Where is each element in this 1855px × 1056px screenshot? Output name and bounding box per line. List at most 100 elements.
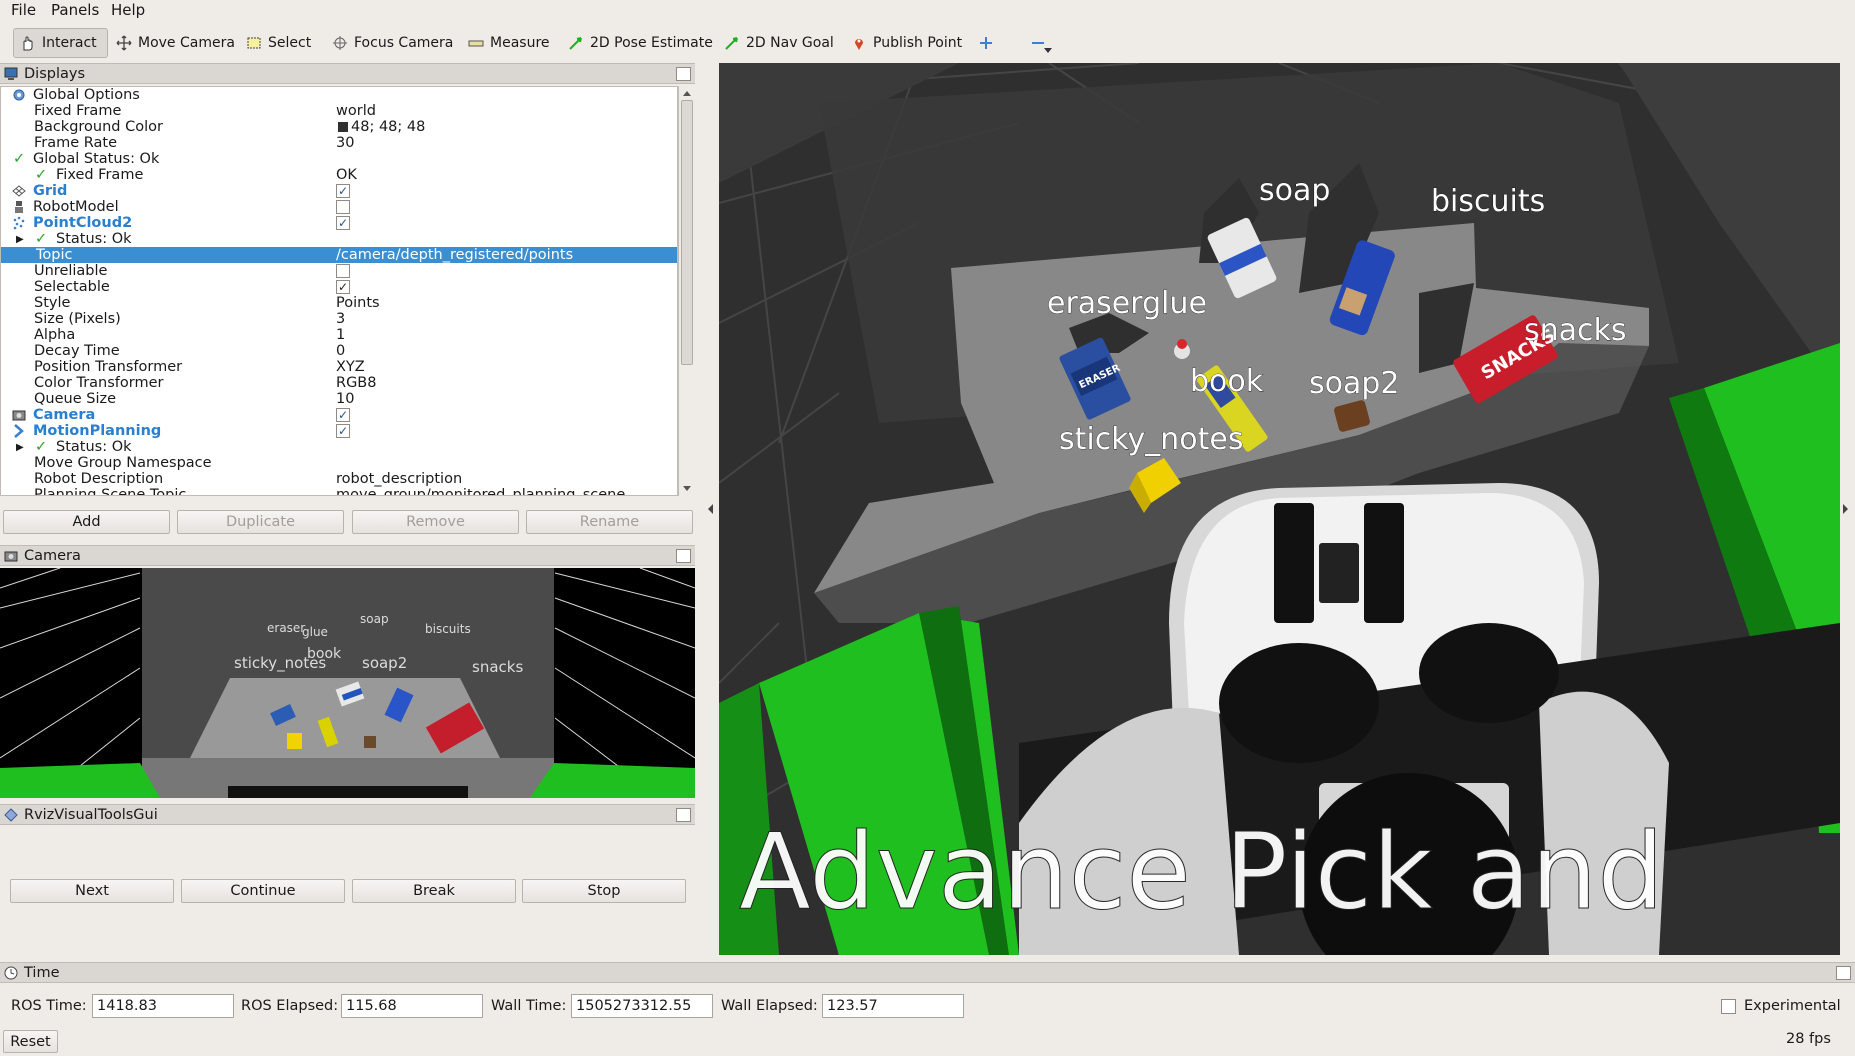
tree-row-queue-size[interactable]: Queue Size 10 — [1, 391, 677, 407]
row-value[interactable]: /camera/depth_registered/points — [336, 247, 573, 263]
tree-row-global-options[interactable]: Global Options — [1, 87, 677, 103]
tree-row-motionplanning[interactable]: MotionPlanning ✓ — [1, 423, 677, 439]
row-value[interactable]: 1 — [336, 327, 345, 343]
continue-button[interactable]: Continue — [181, 879, 345, 903]
remove-tool-button[interactable] — [1024, 28, 1052, 58]
render-3d-view[interactable]: SNACKS ERASER soap biscuits eraserglue s… — [719, 63, 1840, 955]
tree-row-camera[interactable]: Camera ✓ — [1, 407, 677, 423]
time-panel-header: Time — [0, 962, 1855, 983]
pose-estimate-label: 2D Pose Estimate — [590, 35, 713, 51]
collapse-left-icon[interactable] — [706, 503, 714, 515]
tree-row-alpha[interactable]: Alpha 1 — [1, 327, 677, 343]
tree-row-decay-time[interactable]: Decay Time 0 — [1, 343, 677, 359]
row-value[interactable]: move_group/monitored_planning_scene — [336, 487, 625, 495]
tree-row-background-color[interactable]: Background Color 48; 48; 48 — [1, 119, 677, 135]
row-label: Color Transformer — [34, 375, 164, 391]
measure-tool-button[interactable]: Measure — [462, 28, 556, 58]
next-button[interactable]: Next — [10, 879, 174, 903]
row-value[interactable]: Points — [336, 295, 380, 311]
tree-row-pointcloud-status[interactable]: ▶ ✓ Status: Ok — [1, 231, 677, 248]
row-value[interactable]: RGB8 — [336, 375, 376, 391]
color-swatch[interactable] — [338, 122, 348, 132]
robotmodel-checkbox[interactable] — [336, 200, 350, 214]
tree-row-fixed-frame[interactable]: Fixed Frame world — [1, 103, 677, 119]
row-value[interactable]: robot_description — [336, 471, 462, 487]
row-value[interactable]: 0 — [336, 343, 345, 359]
focus-camera-tool-button[interactable]: Focus Camera — [326, 28, 459, 58]
tree-row-robot-description[interactable]: Robot Description robot_description — [1, 471, 677, 487]
row-label: Background Color — [34, 119, 163, 135]
pointcloud-icon — [13, 216, 25, 230]
move-camera-tool-button[interactable]: Move Camera — [110, 28, 241, 58]
add-display-button[interactable]: Add — [3, 510, 170, 534]
pointcloud2-checkbox[interactable]: ✓ — [336, 216, 350, 230]
grid-icon — [12, 185, 26, 197]
scroll-down-icon[interactable] — [682, 485, 692, 493]
row-value[interactable]: 48; 48; 48 — [351, 119, 425, 135]
tree-row-move-group-namespace[interactable]: Move Group Namespace — [1, 455, 677, 471]
tree-row-fixed-frame-status[interactable]: ✓ Fixed Frame OK — [1, 167, 677, 183]
stop-button[interactable]: Stop — [522, 879, 686, 903]
grid-checkbox[interactable]: ✓ — [336, 184, 350, 198]
experimental-checkbox[interactable] — [1721, 999, 1736, 1014]
tree-row-motionplanning-status[interactable]: ▶ ✓ Status: Ok — [1, 439, 677, 456]
wall-time-field[interactable]: 1505273312.55 — [571, 994, 713, 1018]
duplicate-display-button[interactable]: Duplicate — [177, 510, 344, 534]
row-value[interactable]: 10 — [336, 391, 354, 407]
camera-label-soap2: soap2 — [362, 654, 407, 672]
menu-file[interactable]: File — [11, 1, 36, 19]
menu-panels[interactable]: Panels — [51, 1, 99, 19]
select-tool-button[interactable]: Select — [240, 28, 317, 58]
selectable-checkbox[interactable]: ✓ — [336, 280, 350, 294]
row-label: Fixed Frame — [56, 167, 144, 183]
tree-row-color-transformer[interactable]: Color Transformer RGB8 — [1, 375, 677, 391]
remove-display-button[interactable]: Remove — [352, 510, 519, 534]
scene-label-soap2: soap2 — [1309, 366, 1400, 401]
publish-point-tool-button[interactable]: Publish Point — [845, 28, 968, 58]
row-value: OK — [336, 167, 357, 183]
break-button[interactable]: Break — [352, 879, 516, 903]
unreliable-checkbox[interactable] — [336, 264, 350, 278]
menu-help[interactable]: Help — [111, 1, 145, 19]
row-value[interactable]: XYZ — [336, 359, 365, 375]
ros-elapsed-field[interactable]: 115.68 — [341, 994, 483, 1018]
scroll-up-icon[interactable] — [682, 89, 692, 97]
rviz-tools-float-button[interactable] — [676, 808, 691, 822]
time-float-button[interactable] — [1836, 966, 1851, 980]
tree-row-pointcloud2[interactable]: PointCloud2 ✓ — [1, 215, 677, 231]
tree-row-grid[interactable]: Grid ✓ — [1, 183, 677, 199]
tree-row-style[interactable]: Style Points — [1, 295, 677, 311]
camera-float-button[interactable] — [676, 549, 691, 563]
row-value[interactable]: 30 — [336, 135, 354, 151]
tree-row-unreliable[interactable]: Unreliable — [1, 263, 677, 279]
pose-estimate-tool-button[interactable]: 2D Pose Estimate — [562, 28, 719, 58]
camera-image-view[interactable]: eraser glue soap biscuits book sticky_no… — [0, 568, 695, 798]
interact-tool-button[interactable]: Interact — [13, 28, 108, 58]
collapse-right-icon[interactable] — [1842, 503, 1850, 515]
motionplanning-checkbox[interactable]: ✓ — [336, 424, 350, 438]
rename-display-button[interactable]: Rename — [526, 510, 693, 534]
tree-row-robotmodel[interactable]: RobotModel — [1, 199, 677, 215]
add-tool-button[interactable] — [972, 28, 1000, 58]
displays-scrollbar[interactable] — [678, 86, 695, 496]
tree-row-planning-scene-topic[interactable]: Planning Scene Topic move_group/monitore… — [1, 487, 677, 495]
tree-row-size[interactable]: Size (Pixels) 3 — [1, 311, 677, 327]
row-label: Status: Ok — [56, 439, 132, 455]
ros-time-field[interactable]: 1418.83 — [92, 994, 234, 1018]
camera-checkbox[interactable]: ✓ — [336, 408, 350, 422]
row-value[interactable]: 3 — [336, 311, 345, 327]
reset-button[interactable]: Reset — [3, 1030, 58, 1053]
expand-arrow-icon[interactable]: ▶ — [16, 232, 24, 248]
row-value[interactable]: world — [336, 103, 376, 119]
tree-row-topic[interactable]: Topic /camera/depth_registered/points — [1, 247, 677, 263]
wall-elapsed-field[interactable]: 123.57 — [822, 994, 964, 1018]
tree-row-global-status[interactable]: ✓ Global Status: Ok — [1, 151, 677, 167]
displays-float-button[interactable] — [676, 67, 691, 81]
tree-row-frame-rate[interactable]: Frame Rate 30 — [1, 135, 677, 151]
tree-row-position-transformer[interactable]: Position Transformer XYZ — [1, 359, 677, 375]
expand-arrow-icon[interactable]: ▶ — [16, 440, 24, 456]
nav-goal-tool-button[interactable]: 2D Nav Goal — [718, 28, 840, 58]
tree-row-selectable[interactable]: Selectable ✓ — [1, 279, 677, 295]
scroll-thumb[interactable] — [681, 100, 693, 365]
row-label: Topic — [36, 247, 73, 263]
